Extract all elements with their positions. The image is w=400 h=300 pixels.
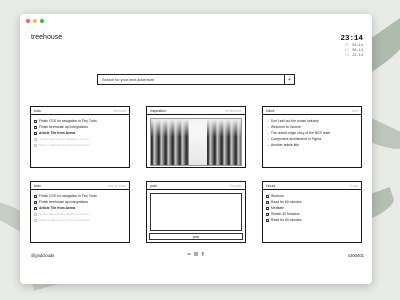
todo-item-label: Make a Habit list on Notion wireframes (39, 143, 91, 147)
todo-item-label: Create Assessment details for Arrows (39, 137, 89, 141)
minimize-window-button[interactable] (33, 19, 37, 23)
card-tag: day by dates (107, 183, 126, 188)
card-title: inspiration (150, 108, 166, 113)
post-textarea[interactable] (150, 193, 242, 231)
card-tag: architecture (225, 108, 242, 113)
checkbox[interactable] (266, 206, 269, 210)
timezone-row: LD 22:14 (340, 54, 363, 59)
checkbox[interactable] (34, 212, 37, 216)
todo-item-label: Article Tile from Arena (39, 131, 76, 135)
todo-list: Finish CSS for navigation in Tiny Tools … (31, 115, 129, 148)
todo-item-label: Finish CSS for navigation in Tiny Tools (39, 194, 97, 198)
checkbox[interactable] (266, 218, 269, 222)
checkbox[interactable] (34, 125, 37, 129)
todo-item[interactable]: Make a Habit list on Notion wireframes (34, 217, 126, 223)
todo-list: Finish CSS for navigation in Tiny Tools … (31, 190, 129, 223)
card-header: todo day by dates (31, 182, 129, 190)
card-title: todo (34, 108, 41, 113)
card-tag: feed (351, 108, 358, 113)
arrow-icon: → (266, 119, 270, 123)
habit-item-label: Read for 60 minutes (271, 200, 302, 204)
habit-item-label: Workout (271, 194, 284, 198)
inbox-item-label: Welcome to Income (270, 125, 301, 129)
card-tag: today (350, 183, 358, 188)
user-handle[interactable]: @gndclouds (31, 253, 54, 258)
checkbox[interactable] (34, 137, 37, 141)
habit-item-label: Sketch 30 Mosaics (271, 212, 300, 216)
todo-item-label: Finish CSS for navigation in Tiny Tools (39, 119, 97, 123)
hours-list: Workout Read for 60 minutes Meditate Ske… (263, 190, 361, 223)
arrow-icon: → (266, 143, 270, 147)
checkbox[interactable] (34, 131, 37, 135)
checkbox[interactable] (34, 206, 37, 210)
habit-item-label: Read for 60 minutes (271, 218, 302, 222)
checkbox[interactable] (34, 143, 37, 147)
add-button[interactable]: + (284, 75, 294, 84)
footer-icons (187, 252, 205, 256)
timezone-label: LD (344, 54, 350, 58)
todo-item-label: Make a Habit list on Notion wireframes (39, 218, 91, 222)
arrow-icon: → (266, 125, 270, 129)
todo-item-label: Article Tile from Arena (39, 206, 76, 210)
card-header: todo personal (31, 107, 129, 115)
image-highlight (151, 119, 241, 137)
search-bar: + (97, 74, 295, 85)
habit-item-label: Meditate (271, 206, 285, 210)
hours-card: Hours today Workout Read for 60 minutes … (262, 181, 362, 243)
habit-item[interactable]: Read for 60 minutes (266, 217, 358, 223)
card-header: Hours today (263, 182, 361, 190)
card-title: Hours (266, 183, 276, 188)
todo-card: todo personal Finish CSS for navigation … (30, 106, 130, 168)
card-title: inbox (266, 108, 275, 113)
todo-item-label: Create Assessment details for Arrows (39, 212, 89, 216)
checkbox[interactable] (34, 194, 37, 198)
arrow-icon: → (266, 131, 270, 135)
inbox-item-label: Don't sell out the cruise industry (270, 119, 319, 123)
checkbox[interactable] (266, 200, 269, 204)
arrow-icon: → (266, 137, 270, 141)
arena-icon[interactable] (187, 252, 191, 256)
inspiration-image[interactable] (150, 118, 242, 166)
checkbox[interactable] (34, 218, 37, 222)
inspiration-card: inspiration architecture (146, 106, 246, 168)
inbox-item-label: The untold origin story of the NES reset (270, 131, 331, 135)
checkbox[interactable] (266, 212, 269, 216)
post-button[interactable]: post (149, 233, 243, 240)
card-tag: thoughts (229, 183, 242, 188)
todo-item[interactable]: Make a Habit list on Notion wireframes (34, 142, 126, 148)
inbox-item-label: Another article title (270, 143, 299, 147)
checkbox[interactable] (34, 119, 37, 123)
card-title: todo (34, 183, 41, 188)
card-header: inbox feed (263, 107, 361, 115)
card-tag: personal (113, 108, 126, 113)
inbox-list: → Don't sell out the cruise industry → Wel… (263, 115, 361, 148)
todo-card: todo day by dates Finish CSS for navigat… (30, 181, 130, 243)
figma-icon[interactable] (201, 252, 205, 256)
notion-icon[interactable] (194, 252, 198, 256)
card-header: inspiration architecture (147, 107, 245, 115)
card-header: post thoughts (147, 182, 245, 190)
local-time: 23:14 (340, 35, 363, 43)
card-title: post (150, 183, 157, 188)
post-card: post thoughts post (146, 181, 246, 243)
inbox-item[interactable]: → Another article title (266, 142, 358, 148)
inbox-card: inbox feed → Don't sell out the cruise in… (262, 106, 362, 168)
app-title: treehouse (31, 34, 63, 41)
todo-item-label: Finish treehouse api integrations (39, 125, 89, 129)
checkbox[interactable] (34, 200, 37, 204)
maximize-window-button[interactable] (40, 19, 44, 23)
checkbox[interactable] (266, 194, 269, 198)
app-window: treehouse 23:14 SF 03:14 NY 06:14 LD 22:… (20, 14, 372, 284)
close-window-button[interactable] (26, 19, 30, 23)
timezone-time: 22:14 (352, 54, 363, 58)
inbox-item-label: Component architecture in Figma (270, 137, 322, 141)
version-label: v200401 (347, 253, 364, 258)
search-input[interactable] (98, 75, 284, 84)
window-controls (26, 19, 44, 23)
todo-item-label: Finish treehouse api integrations (39, 200, 89, 204)
world-clock: 23:14 SF 03:14 NY 06:14 LD 22:14 (340, 35, 363, 59)
